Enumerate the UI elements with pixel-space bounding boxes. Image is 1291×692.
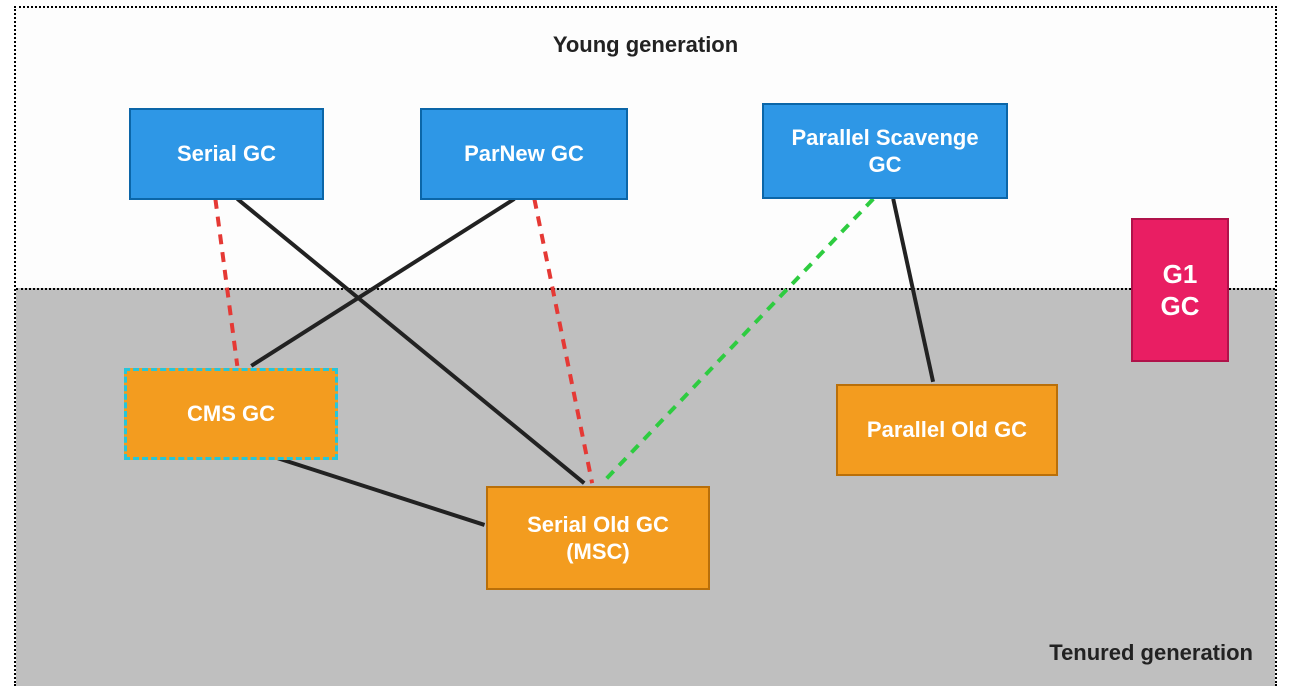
- node-label: Parallel Old GC: [867, 416, 1027, 444]
- node-label: CMS GC: [187, 400, 275, 428]
- node-parallel-scavenge-gc: Parallel Scavenge GC: [762, 103, 1008, 199]
- node-label: Serial Old GC (MSC): [527, 511, 669, 566]
- node-label: Serial GC: [177, 140, 276, 168]
- node-parnew-gc: ParNew GC: [420, 108, 628, 200]
- diagram-container: Young generation Tenured generation Seri…: [14, 6, 1277, 686]
- node-g1-gc: G1 GC: [1131, 218, 1229, 362]
- node-serial-old-gc: Serial Old GC (MSC): [486, 486, 710, 590]
- tenured-generation-title: Tenured generation: [1049, 640, 1253, 666]
- node-label: Parallel Scavenge GC: [791, 124, 978, 179]
- node-label: ParNew GC: [464, 140, 584, 168]
- node-label: G1 GC: [1161, 258, 1200, 323]
- node-serial-gc: Serial GC: [129, 108, 324, 200]
- young-generation-title: Young generation: [16, 32, 1275, 58]
- node-cms-gc: CMS GC: [124, 368, 338, 460]
- node-parallel-old-gc: Parallel Old GC: [836, 384, 1058, 476]
